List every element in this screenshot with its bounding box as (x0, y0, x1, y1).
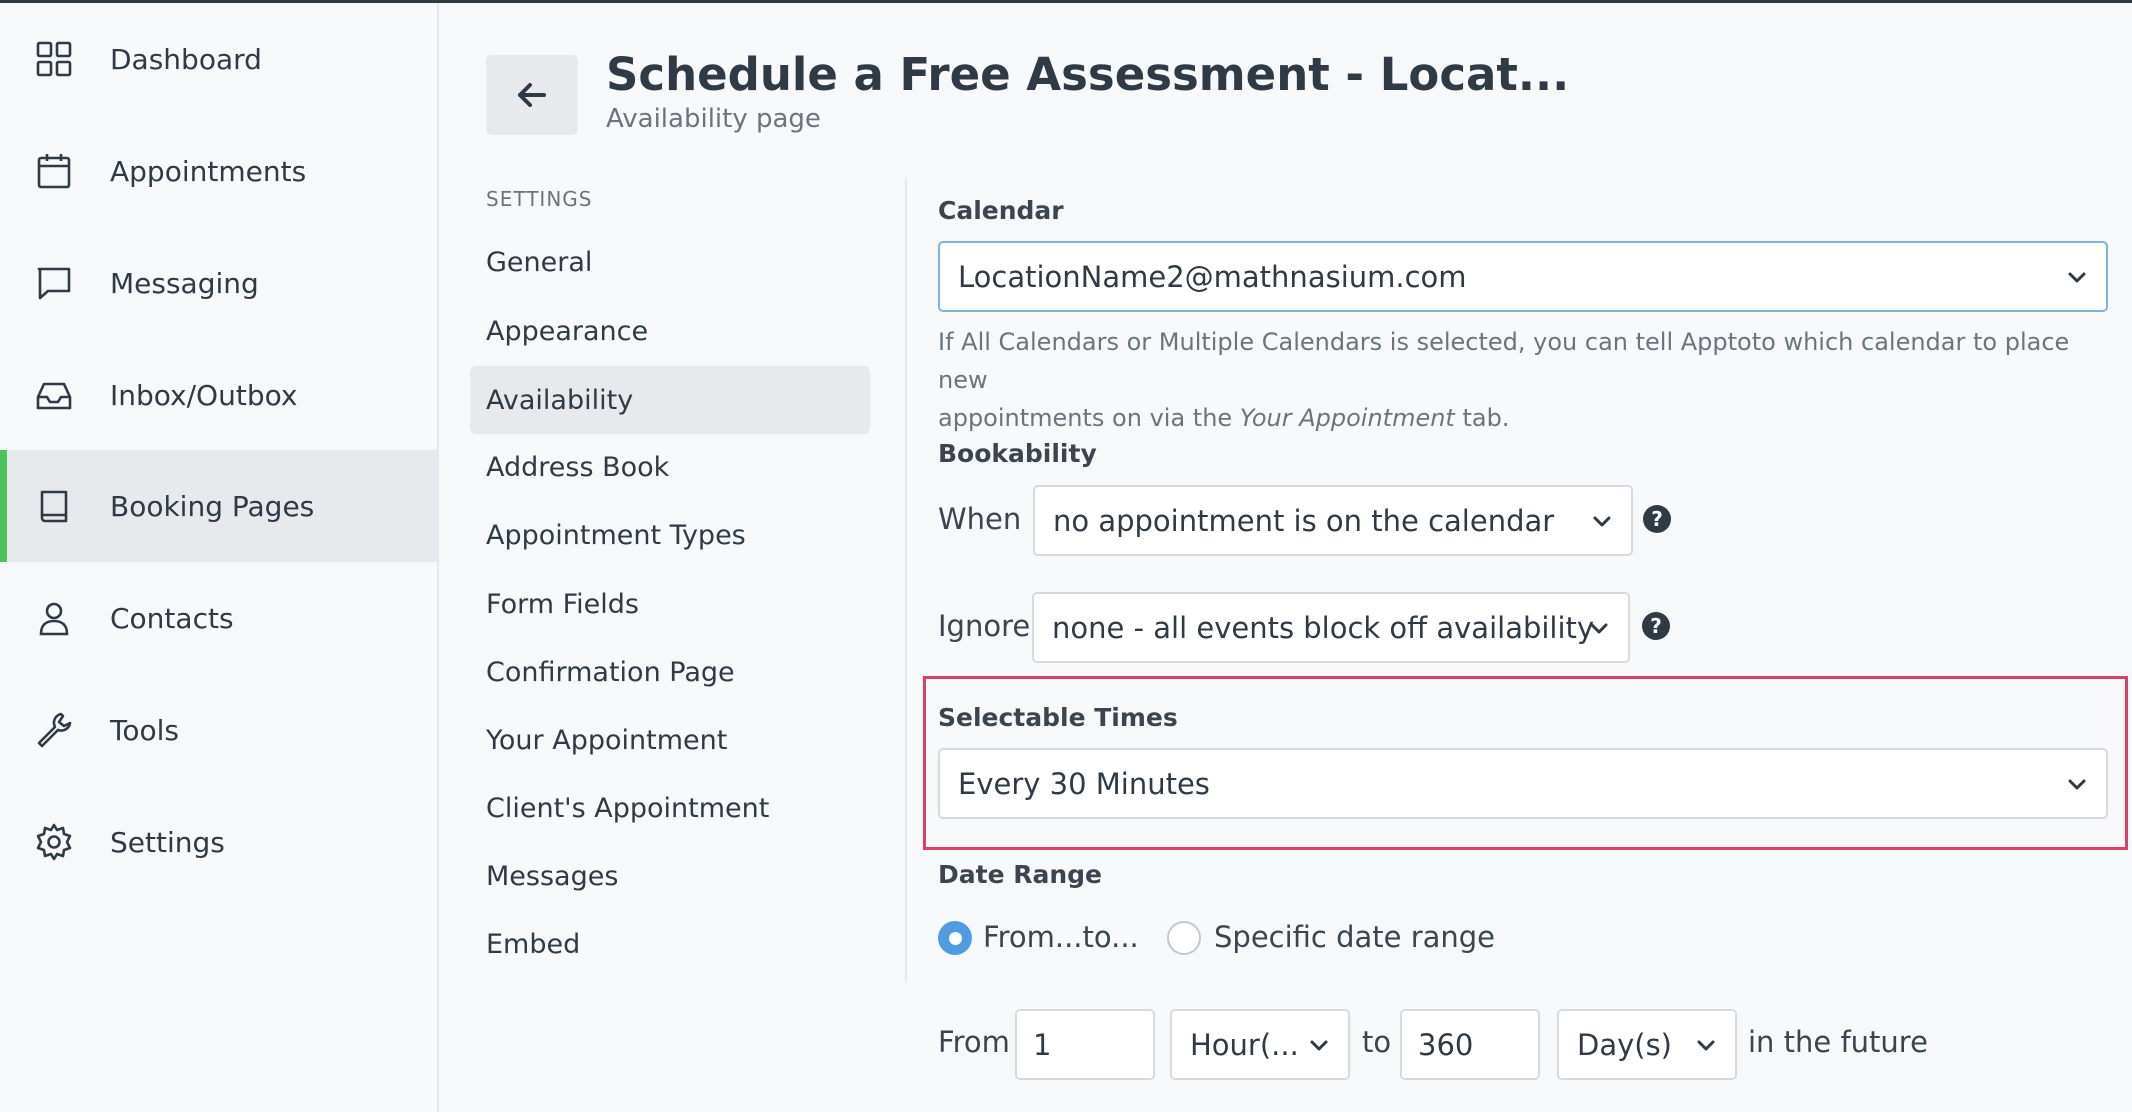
settings-divider (905, 178, 907, 982)
calendar-help-line3: tab. (1454, 404, 1510, 432)
from-unit-select[interactable]: Hour(... (1170, 1009, 1350, 1080)
when-select[interactable]: no appointment is on the calendar (1033, 485, 1633, 556)
grid-icon (34, 39, 74, 79)
from-value-input[interactable]: 1 (1015, 1009, 1155, 1080)
settings-item-messages[interactable]: Messages (470, 842, 870, 910)
nav-label: Tools (110, 713, 179, 747)
nav-label: Appointments (110, 154, 307, 188)
nav-item-appointments[interactable]: Appointments (0, 115, 437, 227)
bookability-label: Bookability (938, 439, 1097, 468)
chevron-down-icon (1590, 623, 1608, 633)
ignore-select-value: none - all events block off availability (1052, 610, 1595, 645)
calendar-select[interactable]: LocationName2@mathnasium.com (938, 241, 2108, 312)
from-unit-value: Hour(... (1190, 1027, 1299, 1062)
calendar-help-line2: appointments on via the (938, 404, 1240, 432)
nav-label: Messaging (110, 266, 259, 300)
from-label: From (938, 1025, 1010, 1059)
nav-label: Inbox/Outbox (110, 378, 298, 412)
radio-from-to[interactable] (938, 921, 972, 955)
settings-item-availability[interactable]: Availability (470, 366, 870, 434)
radio-specific-date-range[interactable] (1167, 921, 1201, 955)
nav-label: Settings (110, 825, 225, 859)
ignore-help-icon[interactable]: ? (1642, 612, 1670, 640)
selectable-times-label: Selectable Times (938, 703, 1178, 732)
back-button[interactable] (486, 55, 578, 135)
arrow-left-icon (518, 83, 546, 107)
page-subtitle: Availability page (606, 104, 821, 134)
settings-heading: SETTINGS (486, 187, 593, 211)
settings-item-your-appointment[interactable]: Your Appointment (470, 706, 870, 774)
settings-item-appearance[interactable]: Appearance (470, 297, 870, 365)
chevron-down-icon (1593, 516, 1611, 526)
chevron-down-icon (1697, 1040, 1715, 1050)
radio-specific-date-range-label[interactable]: Specific date range (1214, 920, 1495, 954)
nav-label: Dashboard (110, 42, 262, 76)
calendar-label: Calendar (938, 196, 1064, 225)
calendar-select-value: LocationName2@mathnasium.com (958, 259, 1467, 294)
user-icon (34, 598, 74, 638)
chevron-down-icon (2068, 272, 2086, 282)
to-value: 360 (1418, 1027, 1474, 1062)
inbox-icon (34, 375, 74, 415)
to-unit-value: Day(s) (1577, 1027, 1673, 1062)
settings-item-address-book[interactable]: Address Book (470, 433, 870, 501)
sidebar-nav: Dashboard Appointments Messaging Inbox/O… (0, 3, 439, 1112)
calendar-help-text: If All Calendars or Multiple Calendars i… (938, 323, 2118, 437)
book-icon (34, 486, 74, 526)
calendar-icon (34, 151, 74, 191)
to-label: to (1362, 1025, 1392, 1059)
nav-item-tools[interactable]: Tools (0, 674, 437, 786)
selectable-times-select[interactable]: Every 30 Minutes (938, 748, 2108, 819)
when-help-icon[interactable]: ? (1643, 505, 1671, 533)
settings-item-general[interactable]: General (470, 228, 870, 296)
settings-item-clients-appointment[interactable]: Client's Appointment (470, 774, 870, 842)
chevron-down-icon (1310, 1040, 1328, 1050)
to-value-input[interactable]: 360 (1400, 1009, 1540, 1080)
ignore-label: Ignore (938, 609, 1031, 643)
in-the-future-label: in the future (1748, 1025, 1928, 1059)
gear-icon (34, 822, 74, 862)
date-range-label: Date Range (938, 860, 1103, 889)
nav-item-settings[interactable]: Settings (0, 786, 437, 898)
nav-item-dashboard[interactable]: Dashboard (0, 3, 437, 115)
wrench-icon (34, 710, 74, 750)
nav-item-contacts[interactable]: Contacts (0, 562, 437, 674)
nav-item-inbox-outbox[interactable]: Inbox/Outbox (0, 339, 437, 451)
radio-from-to-label[interactable]: From...to... (983, 920, 1139, 954)
your-appointment-tab-reference: Your Appointment (1239, 404, 1455, 432)
nav-label: Contacts (110, 601, 234, 635)
selectable-times-value: Every 30 Minutes (958, 766, 1210, 801)
nav-item-booking-pages[interactable]: Booking Pages (0, 450, 437, 562)
settings-item-embed[interactable]: Embed (470, 910, 870, 978)
page-title: Schedule a Free Assessment - Locat... (606, 48, 1570, 101)
nav-label: Booking Pages (110, 489, 315, 523)
nav-item-messaging[interactable]: Messaging (0, 227, 437, 339)
ignore-select[interactable]: none - all events block off availability (1032, 592, 1630, 663)
from-value: 1 (1033, 1027, 1052, 1062)
chevron-down-icon (2068, 779, 2086, 789)
to-unit-select[interactable]: Day(s) (1557, 1009, 1737, 1080)
settings-item-appointment-types[interactable]: Appointment Types (470, 501, 870, 569)
settings-item-confirmation-page[interactable]: Confirmation Page (470, 638, 870, 706)
chat-bubble-icon (34, 263, 74, 303)
when-select-value: no appointment is on the calendar (1053, 503, 1555, 538)
when-label: When (938, 502, 1022, 536)
settings-item-form-fields[interactable]: Form Fields (470, 570, 870, 638)
calendar-help-line1: If All Calendars or Multiple Calendars i… (938, 328, 2070, 394)
